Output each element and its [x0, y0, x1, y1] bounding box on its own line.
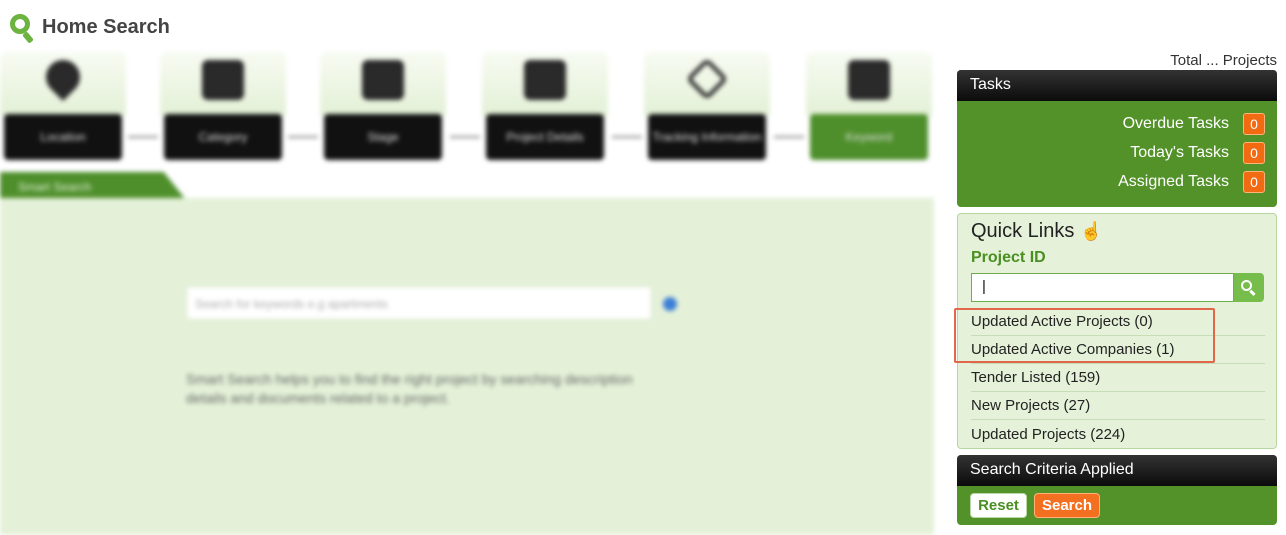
search-icon: [848, 60, 890, 100]
step-project-details[interactable]: Project Details: [482, 52, 608, 164]
step-category[interactable]: Category: [160, 52, 286, 164]
task-row-overdue[interactable]: Overdue Tasks 0: [1123, 112, 1265, 136]
pointing-hand-icon: ☝: [1080, 221, 1103, 241]
step-label: Stage: [324, 114, 442, 160]
search-criteria-title: Search Criteria Applied: [957, 455, 1277, 486]
search-criteria-panel: Search Criteria Applied Reset Search: [957, 455, 1277, 525]
tasks-panel: Tasks Overdue Tasks 0 Today's Tasks 0 As…: [957, 70, 1277, 207]
page-title: Home Search: [42, 15, 170, 38]
step-label: Category: [164, 114, 282, 160]
wizard-steps: Location Category Stage Project Details …: [0, 48, 940, 168]
quick-links-title: Quick Links ☝: [971, 220, 1103, 243]
step-arrow: [128, 136, 158, 138]
step-location[interactable]: Location: [0, 52, 126, 164]
reset-button[interactable]: Reset: [970, 493, 1027, 518]
project-id-search-button[interactable]: [1234, 273, 1264, 302]
smart-search-description: Smart Search helps you to find the right…: [186, 371, 633, 406]
quick-link-tender-listed[interactable]: Tender Listed (159): [971, 364, 1265, 392]
task-count-badge: 0: [1243, 113, 1265, 135]
quick-link-new-projects[interactable]: New Projects (27): [971, 392, 1265, 420]
home-search-page: Home Search Location Category Stage Proj…: [0, 0, 1286, 535]
tasks-title: Tasks: [957, 70, 1277, 101]
total-projects: Total ... Projects: [1170, 52, 1277, 69]
search-icon: [8, 12, 34, 44]
smart-search-panel: Search for keywords e.g apartments Smart…: [0, 198, 934, 535]
highlight-box: [954, 308, 1215, 363]
step-arrow: [612, 136, 642, 138]
step-keyword[interactable]: Keyword: [806, 52, 932, 164]
project-id-input[interactable]: |: [971, 273, 1234, 302]
step-label: Project Details: [486, 114, 604, 160]
step-label: Tracking Information: [648, 114, 766, 160]
step-arrow: [450, 136, 480, 138]
smart-search-input[interactable]: Search for keywords e.g apartments: [186, 286, 652, 320]
search-button[interactable]: Search: [1034, 493, 1100, 518]
step-tracking-information[interactable]: Tracking Information: [644, 52, 770, 164]
list-icon: [202, 60, 244, 100]
task-row-assigned[interactable]: Assigned Tasks 0: [1118, 170, 1265, 194]
page-header: Home Search: [8, 10, 170, 44]
search-wizard: Location Category Stage Project Details …: [0, 48, 940, 535]
project-id-label: Project ID: [971, 249, 1046, 266]
task-row-today[interactable]: Today's Tasks 0: [1130, 141, 1265, 165]
step-label: Location: [4, 114, 122, 160]
task-count-badge: 0: [1243, 171, 1265, 193]
task-label[interactable]: Assigned Tasks: [1118, 173, 1229, 191]
task-label[interactable]: Today's Tasks: [1130, 144, 1229, 162]
tab-smart-search[interactable]: Smart Search: [0, 172, 186, 200]
building-icon: [362, 60, 404, 100]
task-label[interactable]: Overdue Tasks: [1123, 115, 1229, 133]
quick-links-title-text: Quick Links: [971, 220, 1075, 242]
info-icon[interactable]: [663, 297, 677, 311]
search-icon: [1241, 279, 1257, 296]
step-label: Keyword: [810, 114, 928, 160]
task-count-badge: 0: [1243, 142, 1265, 164]
step-stage[interactable]: Stage: [320, 52, 446, 164]
quick-link-updated-projects[interactable]: Updated Projects (224): [971, 420, 1265, 448]
step-arrow: [774, 136, 804, 138]
folder-icon: [524, 60, 566, 100]
step-arrow: [288, 136, 318, 138]
